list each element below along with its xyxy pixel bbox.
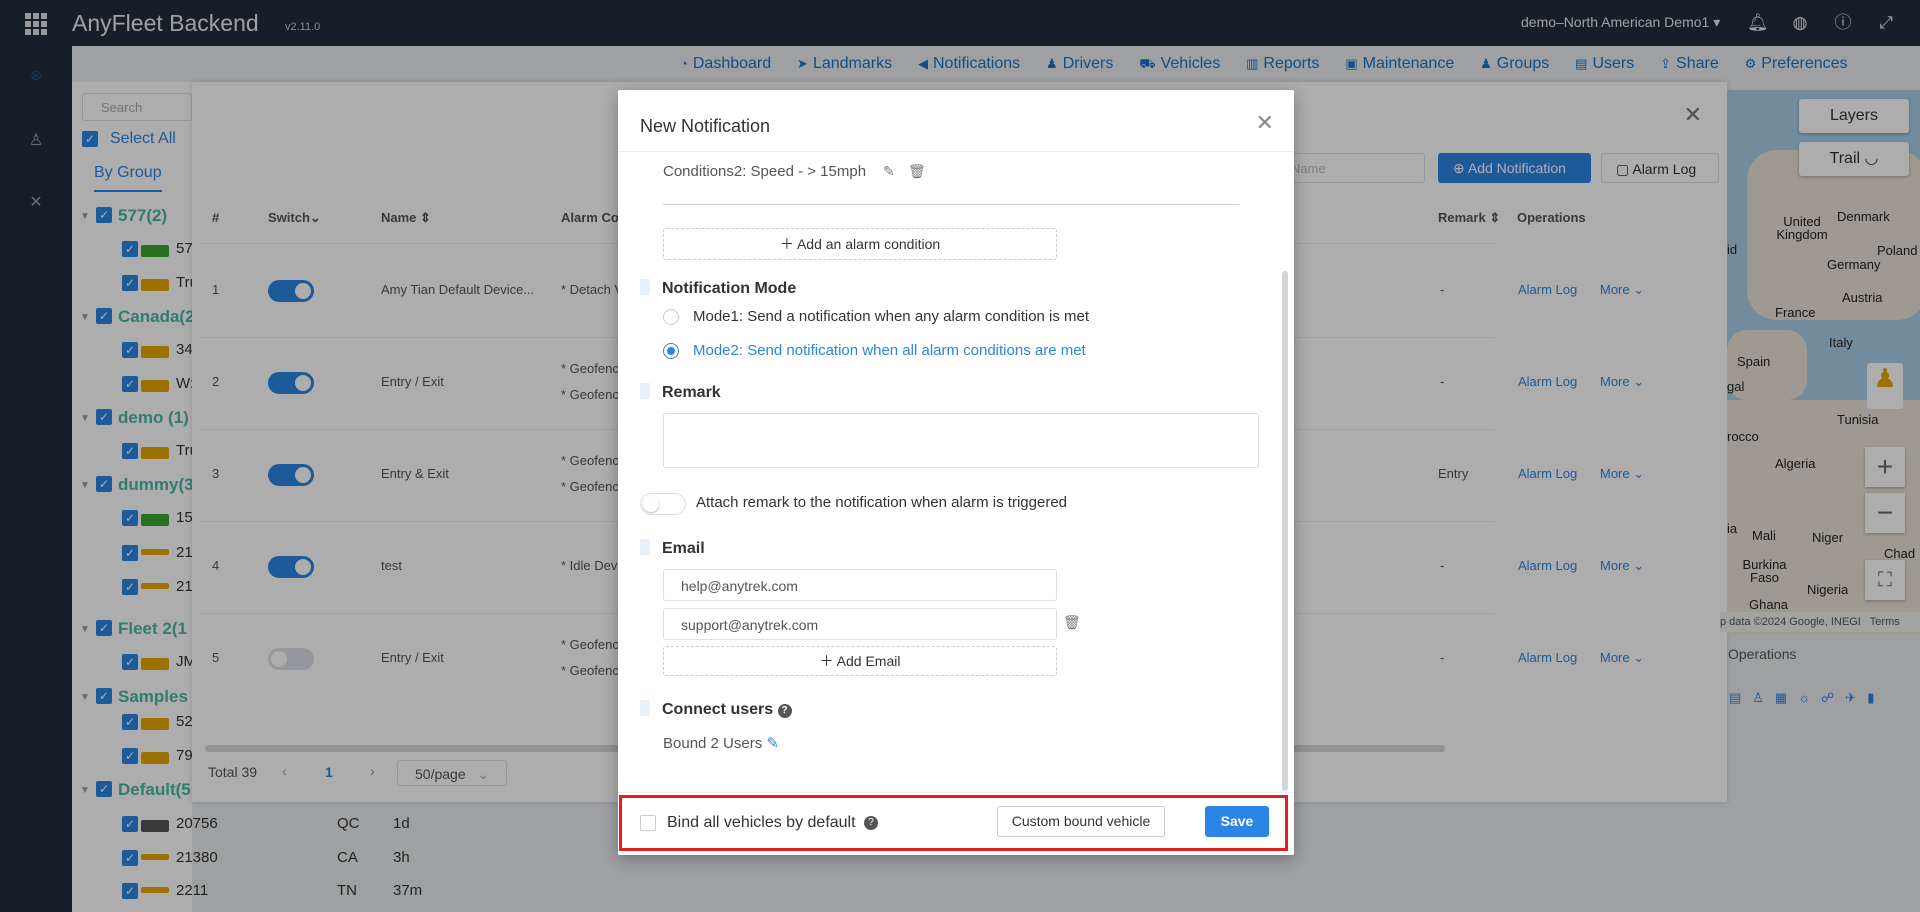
highlight-box [619,795,1288,851]
trash-icon[interactable]: 🗑︎ [1063,614,1081,631]
mode2-label[interactable]: Mode2: Send notification when all alarm … [693,342,1086,359]
email-field[interactable]: support@anytrek.com [663,608,1057,640]
bound-users[interactable]: Bound 2 Users ✎ [663,734,779,752]
add-condition-button[interactable]: ＋ Add an alarm condition [663,228,1057,260]
mode2-radio[interactable] [663,343,679,359]
mode1-label[interactable]: Mode1: Send a notification when any alar… [693,308,1089,325]
divider [618,151,1294,152]
dialog-title: New Notification [640,116,771,136]
email-title: Email [640,539,705,558]
vertical-scrollbar[interactable] [1282,271,1288,791]
divider [663,204,1239,205]
edit-icon[interactable]: ✎ [883,163,895,180]
plus-icon: ＋ [779,236,794,252]
remark-title: Remark [640,383,721,402]
close-icon[interactable]: ✕ [1256,110,1274,136]
new-notification-dialog: New Notification ✕ Conditions2: Speed - … [618,90,1294,855]
edit-icon[interactable]: ✎ [766,735,779,752]
bound-users-label: Bound 2 Users [663,735,763,752]
connect-users-label: Connect users [662,701,774,718]
add-email-button[interactable]: ＋ Add Email [663,646,1057,676]
mode1-radio[interactable] [663,309,679,325]
connect-users-title: Connect users ? [640,700,792,719]
condition-item: Conditions2: Speed - > 15mph [663,163,867,180]
plus-icon: ＋ [819,653,834,669]
attach-remark-toggle[interactable] [640,493,686,515]
email-field[interactable]: help@anytrek.com [663,569,1057,601]
add-condition-label: Add an alarm condition [796,236,941,252]
remark-label: Remark [662,384,721,401]
help-icon[interactable]: ? [777,704,792,718]
notification-mode-label: Notification Mode [662,280,797,297]
notification-mode-title: Notification Mode [640,279,796,298]
add-email-label: Add Email [836,653,901,669]
remark-textarea[interactable] [663,413,1259,468]
email-label: Email [662,540,705,557]
attach-remark-label: Attach remark to the notification when a… [696,494,1068,511]
toggle-knob [643,496,659,512]
trash-icon[interactable]: 🗑︎ [908,163,926,180]
